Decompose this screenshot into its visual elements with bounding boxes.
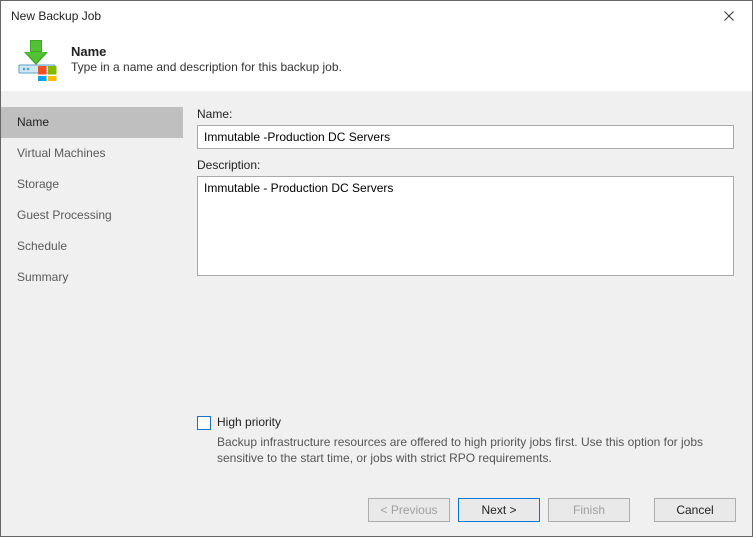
previous-button: < Previous [368, 498, 450, 522]
next-button[interactable]: Next > [458, 498, 540, 522]
cancel-button[interactable]: Cancel [654, 498, 736, 522]
finish-button: Finish [548, 498, 630, 522]
sidebar-item-label: Guest Processing [17, 208, 112, 222]
high-priority-label[interactable]: High priority [217, 415, 281, 429]
description-input[interactable] [197, 176, 734, 276]
sidebar-item-virtual-machines[interactable]: Virtual Machines [1, 138, 183, 169]
sidebar-item-label: Schedule [17, 239, 67, 253]
wizard-window: New Backup Job [0, 0, 753, 537]
high-priority-row: High priority [197, 415, 734, 430]
wizard-steps-sidebar: Name Virtual Machines Storage Guest Proc… [1, 92, 183, 488]
wizard-step-subtitle: Type in a name and description for this … [71, 60, 342, 74]
window-title: New Backup Job [11, 9, 101, 23]
sidebar-item-guest-processing[interactable]: Guest Processing [1, 200, 183, 231]
sidebar-item-name[interactable]: Name [1, 107, 183, 138]
sidebar-item-label: Summary [17, 270, 68, 284]
close-icon [724, 11, 734, 21]
sidebar-item-label: Storage [17, 177, 59, 191]
backup-job-icon [15, 37, 59, 81]
wizard-content: Name: Description: High priority Backup … [183, 92, 752, 488]
sidebar-item-label: Name [17, 115, 49, 129]
sidebar-item-label: Virtual Machines [17, 146, 106, 160]
description-label: Description: [197, 158, 734, 172]
wizard-step-title: Name [71, 44, 342, 59]
sidebar-item-schedule[interactable]: Schedule [1, 231, 183, 262]
sidebar-item-storage[interactable]: Storage [1, 169, 183, 200]
name-label: Name: [197, 107, 734, 121]
titlebar: New Backup Job [1, 1, 752, 31]
wizard-header-text: Name Type in a name and description for … [71, 44, 342, 74]
close-button[interactable] [706, 1, 752, 31]
name-input[interactable] [197, 125, 734, 149]
wizard-footer: < Previous Next > Finish Cancel [1, 488, 752, 536]
high-priority-hint: Backup infrastructure resources are offe… [197, 434, 734, 466]
wizard-header: Name Type in a name and description for … [1, 31, 752, 91]
high-priority-checkbox[interactable] [197, 416, 211, 430]
sidebar-item-summary[interactable]: Summary [1, 262, 183, 293]
wizard-body: Name Virtual Machines Storage Guest Proc… [1, 91, 752, 488]
